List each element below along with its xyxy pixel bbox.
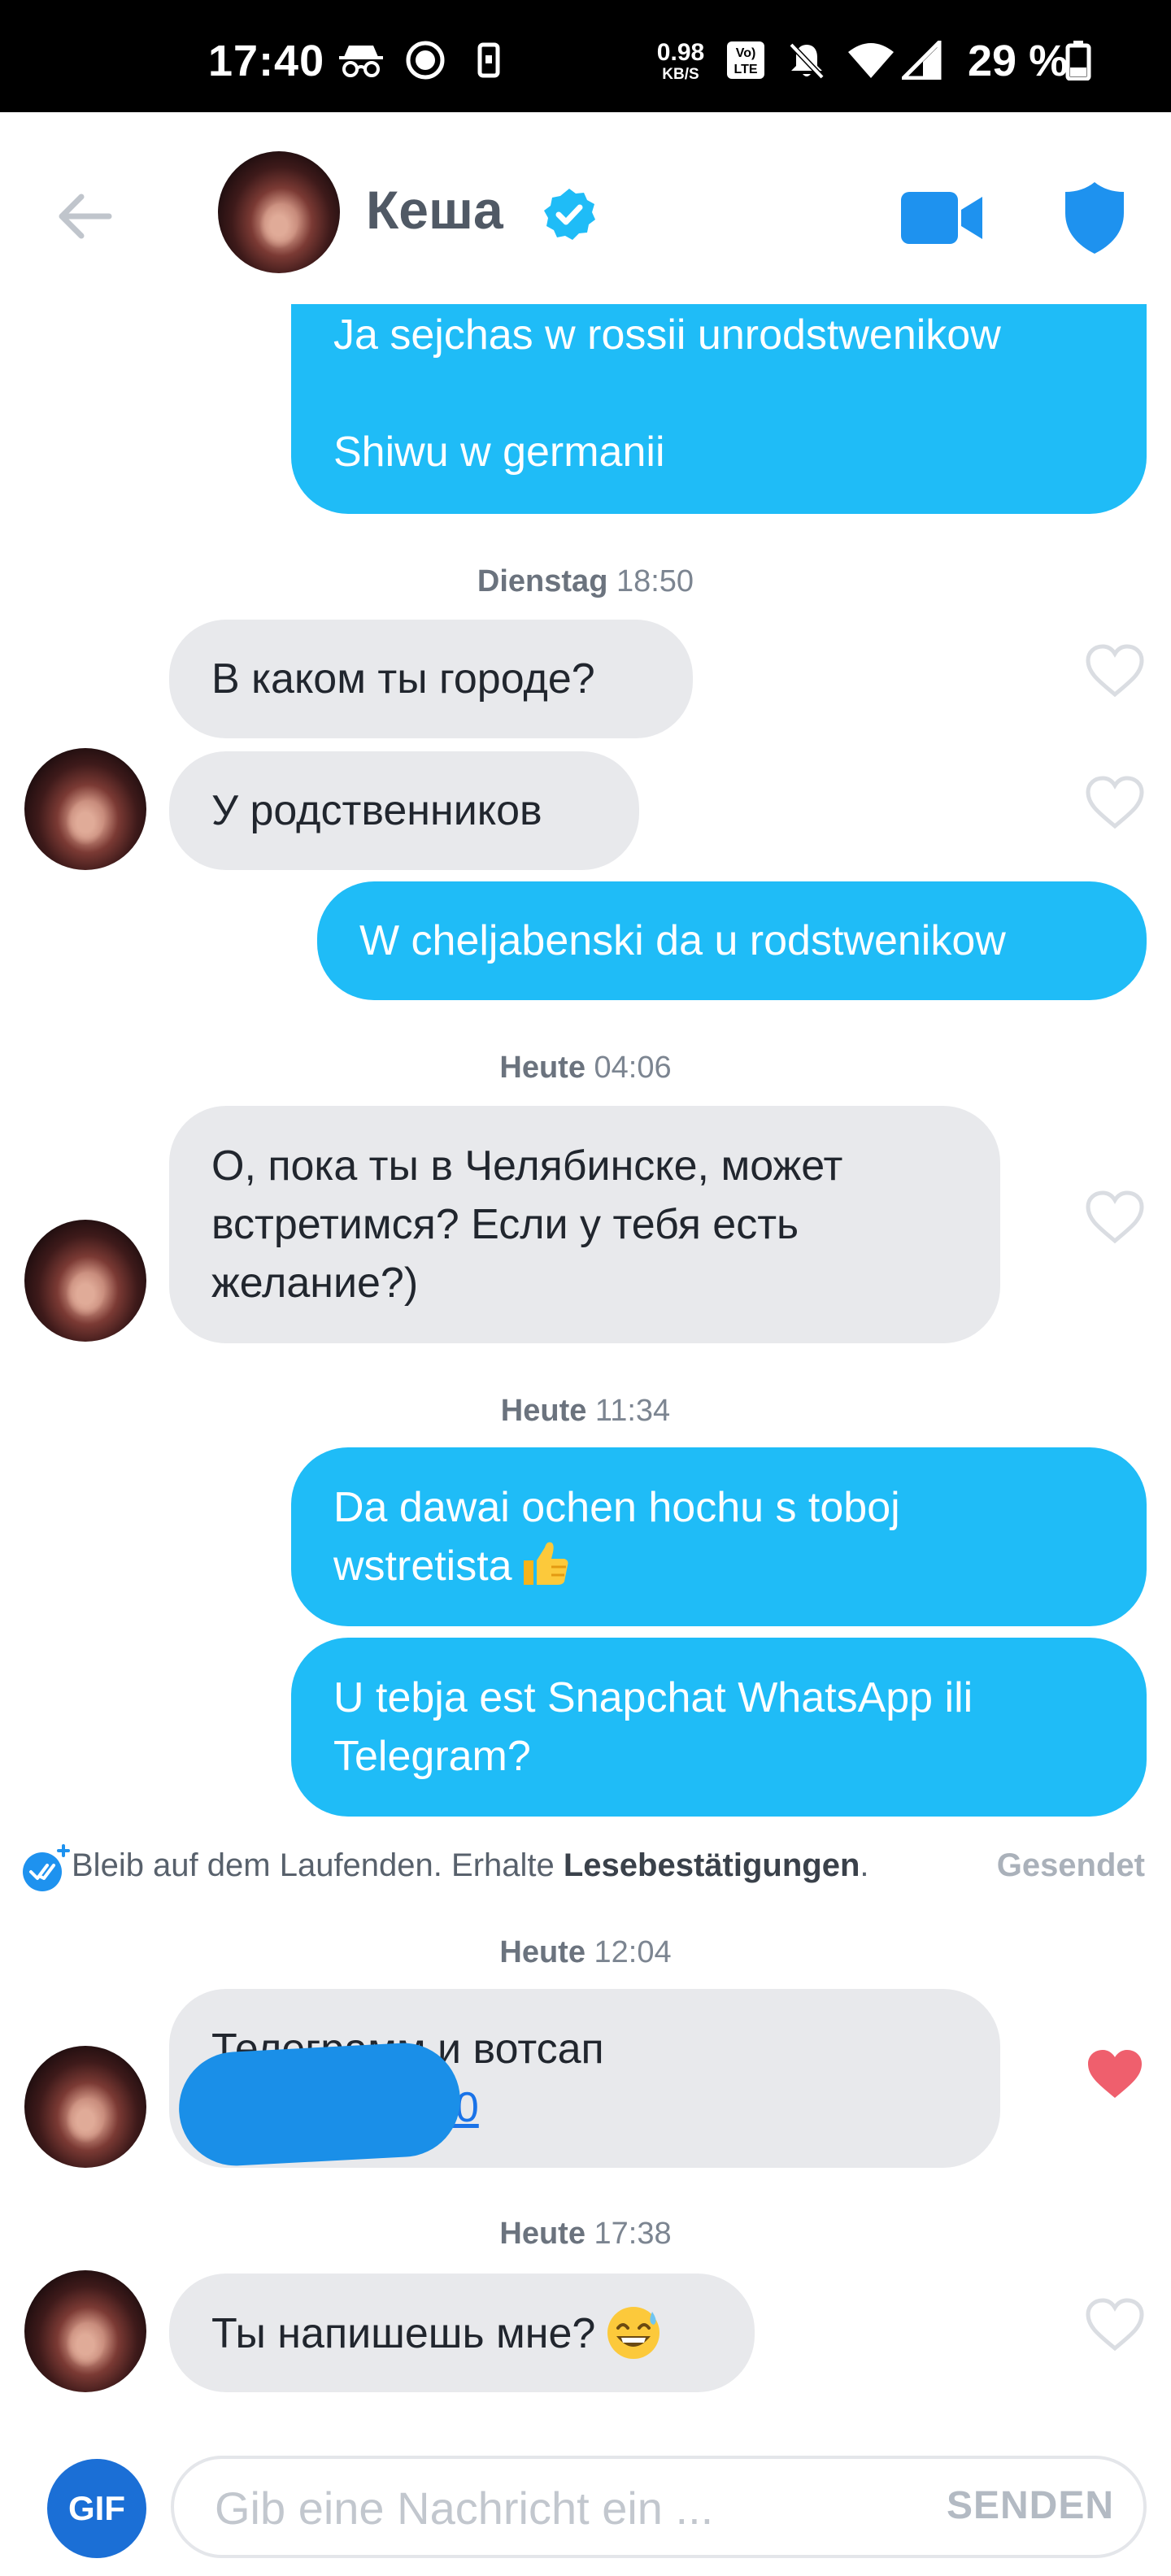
message-outgoing[interactable]: U tebja est Snapchat WhatsApp ili Telegr… <box>291 1638 1147 1817</box>
sweat-smile-emoji-icon <box>607 2306 660 2359</box>
back-arrow-icon <box>59 194 112 239</box>
read-receipts-row: Bleib auf dem Laufenden. Erhalte Lesebes… <box>0 1833 1171 1898</box>
timestamp: Heute 17:38 <box>499 2217 672 2251</box>
volte-icon: Vo) LTE <box>725 41 766 80</box>
video-call-button[interactable] <box>899 187 986 249</box>
status-time: 17:40 <box>208 37 325 85</box>
battery-icon <box>1065 41 1091 80</box>
network-speed: 0.98 KB/S <box>656 39 705 83</box>
chat-header: Кеша <box>0 112 1171 307</box>
thumbs-up-emoji-icon <box>523 1542 568 1585</box>
contact-avatar[interactable] <box>218 151 340 273</box>
contact-avatar[interactable] <box>24 2270 146 2392</box>
contact-avatar[interactable] <box>24 1220 146 1342</box>
read-receipts-promo: Bleib auf dem Laufenden. Erhalte Lesebes… <box>72 1847 869 1883</box>
cellular-signal-icon <box>901 41 943 80</box>
svg-text:LTE: LTE <box>734 63 757 76</box>
message-outgoing[interactable]: Da dawai ochen hochu s toboj wstretista <box>291 1447 1147 1626</box>
like-heart-icon[interactable] <box>1085 776 1145 829</box>
timestamp: Heute 04:06 <box>499 1051 672 1085</box>
message-outgoing[interactable]: Ja sejchas w rossii unrodstwenikow Shiwu… <box>291 304 1147 514</box>
gif-button[interactable]: GIF <box>47 2459 146 2558</box>
sent-status: Gesendet <box>996 1847 1145 1883</box>
incognito-icon <box>337 41 385 80</box>
wifi-icon <box>846 41 896 80</box>
timestamp: Dienstag 18:50 <box>477 564 694 598</box>
contact-avatar[interactable] <box>24 748 146 870</box>
message-input[interactable] <box>215 2475 930 2540</box>
verified-badge-icon <box>544 189 595 240</box>
svg-text:Vo): Vo) <box>736 46 756 60</box>
contact-avatar[interactable] <box>24 2046 146 2168</box>
message-outgoing[interactable]: W cheljabenski da u rodstwenikow <box>317 881 1147 1000</box>
liked-heart-icon[interactable] <box>1085 2047 1145 2101</box>
status-bar: 17:40 0.98 KB/S Vo) LTE 29 % <box>0 0 1171 112</box>
battery-percent: 29 % <box>968 37 1069 85</box>
message-incoming[interactable]: О, пока ты в Челябинске, может встретимс… <box>169 1106 1000 1343</box>
message-input-container: SENDEN <box>171 2456 1147 2558</box>
timestamp: Heute 12:04 <box>499 1935 672 1969</box>
send-button[interactable]: SENDEN <box>947 2483 1114 2528</box>
message-incoming[interactable]: У родственников <box>169 751 639 870</box>
contact-name[interactable]: Кеша <box>366 179 503 241</box>
read-receipt-icon[interactable] <box>21 1844 70 1893</box>
safety-shield-button[interactable] <box>1064 181 1125 255</box>
timestamp: Heute 11:34 <box>500 1394 671 1428</box>
message-incoming[interactable]: В каком ты городе? <box>169 620 693 738</box>
redaction-mark <box>176 2040 464 2169</box>
device-icon <box>477 41 501 80</box>
read-receipts-link[interactable]: Lesebestätigungen <box>564 1847 860 1883</box>
message-composer: GIF SENDEN <box>0 2439 1171 2576</box>
like-heart-icon[interactable] <box>1085 2298 1145 2352</box>
record-icon <box>405 41 446 80</box>
message-incoming[interactable]: Ты напишешь мне? <box>169 2274 755 2392</box>
like-heart-icon[interactable] <box>1085 1190 1145 1244</box>
like-heart-icon[interactable] <box>1085 644 1145 698</box>
bell-off-icon <box>786 41 828 80</box>
back-button[interactable] <box>52 184 117 249</box>
